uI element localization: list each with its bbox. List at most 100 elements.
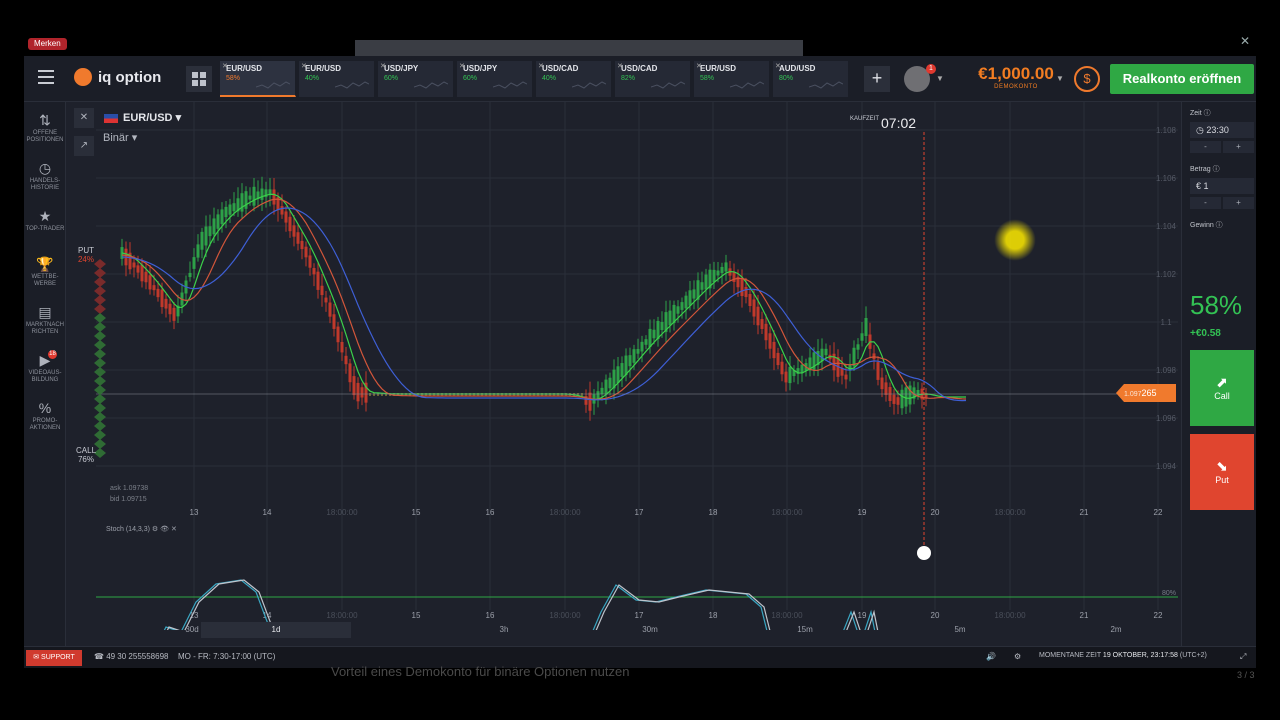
candle-body	[628, 355, 632, 367]
put-button[interactable]: ⬊ Put	[1190, 434, 1254, 510]
candle-body	[356, 382, 360, 402]
sidebar-item[interactable]: ⇅ OFFENE POSITIONEN	[24, 112, 66, 144]
chart-area[interactable]: 1.108 1.106 1.104 1.102 1.1 1.098 1.096 1.094 13…	[66, 102, 1181, 668]
asset-tab[interactable]: ✕ EUR/USD 58%	[220, 61, 296, 97]
balance-chevron-icon[interactable]: ▼	[1056, 74, 1064, 83]
asset-tab[interactable]: ✕ USD/CAD 82%	[615, 61, 691, 97]
sidebar-item[interactable]: ▤ MARKTNACH RICHTEN	[24, 304, 66, 336]
expiry-time-field[interactable]: ◷ 23:30	[1190, 122, 1254, 138]
timeframe-option[interactable]: 1d	[201, 622, 351, 638]
asset-tab-pair: EUR/USD	[226, 64, 263, 73]
settings-icon[interactable]: ⚙	[152, 526, 158, 533]
phone-text: 49 30 255558698	[106, 652, 169, 661]
close-tab-icon[interactable]: ✕	[696, 62, 702, 70]
candle-body	[632, 349, 636, 363]
candle-body	[740, 277, 744, 297]
balance-display[interactable]: €1,000.00 DEMOKONTO	[966, 64, 1066, 90]
chevron-down-icon[interactable]: ▼	[936, 74, 944, 83]
y-tick-label: 1.1	[1160, 318, 1172, 327]
eye-icon[interactable]: 👁	[160, 526, 169, 533]
deposit-icon[interactable]: $	[1074, 66, 1100, 92]
timeframe-option[interactable]: 2m	[1041, 622, 1191, 638]
sentiment-marker	[94, 286, 106, 296]
asset-tab[interactable]: ✕ AUD/USD 80%	[773, 61, 849, 97]
stoch-x-tick-label: 20	[931, 611, 940, 620]
stoch-x-tick-label: 18:00:00	[994, 611, 1026, 620]
candle-body	[156, 288, 160, 298]
close-tab-icon[interactable]: ✕	[538, 62, 544, 70]
candle-body	[172, 307, 176, 321]
time-increase-button[interactable]: +	[1223, 141, 1254, 153]
candle-body	[896, 397, 900, 405]
timeframe-option[interactable]: 30m	[575, 622, 725, 638]
asset-tab[interactable]: ✕ EUR/USD 40%	[299, 61, 375, 97]
time-decrease-button[interactable]: -	[1190, 141, 1221, 153]
asset-selector[interactable]: EUR/USD ▾	[104, 111, 181, 124]
close-tab-icon[interactable]: ✕	[380, 62, 386, 70]
candle-body	[248, 195, 252, 200]
candle-body	[300, 240, 304, 250]
candle-body	[608, 377, 612, 389]
amount-increase-button[interactable]: +	[1223, 197, 1254, 209]
close-tab-icon[interactable]: ✕	[222, 62, 228, 70]
close-tab-icon[interactable]: ✕	[301, 62, 307, 70]
timeframe-option[interactable]: 3h	[429, 622, 579, 638]
sentiment-marker	[94, 421, 106, 431]
menu-icon[interactable]	[38, 70, 54, 84]
settings-gear-icon[interactable]: ⚙	[1014, 652, 1021, 661]
candle-body	[232, 203, 236, 212]
call-button[interactable]: ⬈ Call	[1190, 350, 1254, 426]
sidebar-item[interactable]: % PROMO- AKTIONEN	[24, 400, 66, 432]
candle-body	[876, 362, 880, 380]
sidebar-item[interactable]: ◷ HANDELS- HISTORIE	[24, 160, 66, 192]
candle-body	[588, 392, 592, 411]
remove-icon[interactable]: ✕	[171, 526, 177, 533]
close-icon[interactable]: ✕	[1240, 34, 1250, 48]
timeframe-option[interactable]: 15m	[730, 622, 880, 638]
sentiment-marker	[94, 268, 106, 278]
price-chart[interactable]: 1.108 1.106 1.104 1.102 1.1 1.098 1.096 1.094 13…	[66, 102, 1181, 668]
sidebar-item[interactable]: ★ TOP-TRADER	[24, 208, 66, 233]
sentiment-marker	[94, 349, 106, 359]
cursor-highlight	[994, 219, 1036, 261]
candle-body	[676, 306, 680, 314]
close-chart-icon[interactable]: ✕	[74, 108, 94, 128]
candle-body	[260, 188, 264, 200]
open-real-account-button[interactable]: Realkonto eröffnen	[1110, 64, 1254, 94]
amount-field[interactable]: € 1	[1190, 178, 1254, 194]
close-tab-icon[interactable]: ✕	[775, 62, 781, 70]
sidebar-item[interactable]: ▶ VIDEOAUS- BILDUNG 18	[24, 350, 66, 384]
sidebar-item-label: TOP-TRADER	[25, 226, 65, 232]
support-button[interactable]: ✉ SUPPORT	[26, 650, 82, 666]
merken-button[interactable]: Merken	[28, 38, 67, 50]
current-time-value: 19 OKTOBER, 23:17:58	[1102, 652, 1178, 659]
close-tab-icon[interactable]: ✕	[459, 62, 465, 70]
add-asset-button[interactable]: +	[864, 66, 890, 92]
volume-icon[interactable]: 🔊	[986, 652, 996, 661]
stoch-x-tick-label: 18:00:00	[771, 611, 803, 620]
candle-body	[272, 189, 276, 205]
phone-number[interactable]: ☎ 49 30 255558698	[94, 652, 168, 661]
draw-tool-icon[interactable]: ↗	[74, 136, 94, 156]
candle-body	[292, 225, 296, 237]
candle-body	[216, 214, 220, 229]
sidebar-item-label-2: HISTORIE	[30, 185, 60, 191]
sidebar-item[interactable]: 🏆 WETTBE- WERBE	[24, 256, 66, 288]
trade-panel: Zeit ⓘ ◷ 23:30 - + Betrag ⓘ € 1 - + Gewi…	[1181, 102, 1256, 646]
asset-tab[interactable]: ✕ EUR/USD 58%	[694, 61, 770, 97]
option-type-selector[interactable]: Binär ▾	[103, 131, 137, 144]
asset-tab[interactable]: ✕ USD/JPY 60%	[457, 61, 533, 97]
y-tick-label: 1.104	[1156, 222, 1177, 231]
sentiment-marker	[94, 376, 106, 386]
candle-body	[312, 268, 316, 275]
fullscreen-icon[interactable]: ⤢	[1240, 652, 1246, 662]
trophy-icon: 🏆	[36, 256, 54, 272]
timeframe-option[interactable]: 5m	[885, 622, 1035, 638]
grid-icon[interactable]	[186, 66, 212, 92]
close-tab-icon[interactable]: ✕	[617, 62, 623, 70]
asset-tab[interactable]: ✕ USD/CAD 40%	[536, 61, 612, 97]
candle-body	[692, 289, 696, 299]
history-icon: ◷	[38, 160, 52, 176]
asset-tab[interactable]: ✕ USD/JPY 60%	[378, 61, 454, 97]
amount-decrease-button[interactable]: -	[1190, 197, 1221, 209]
